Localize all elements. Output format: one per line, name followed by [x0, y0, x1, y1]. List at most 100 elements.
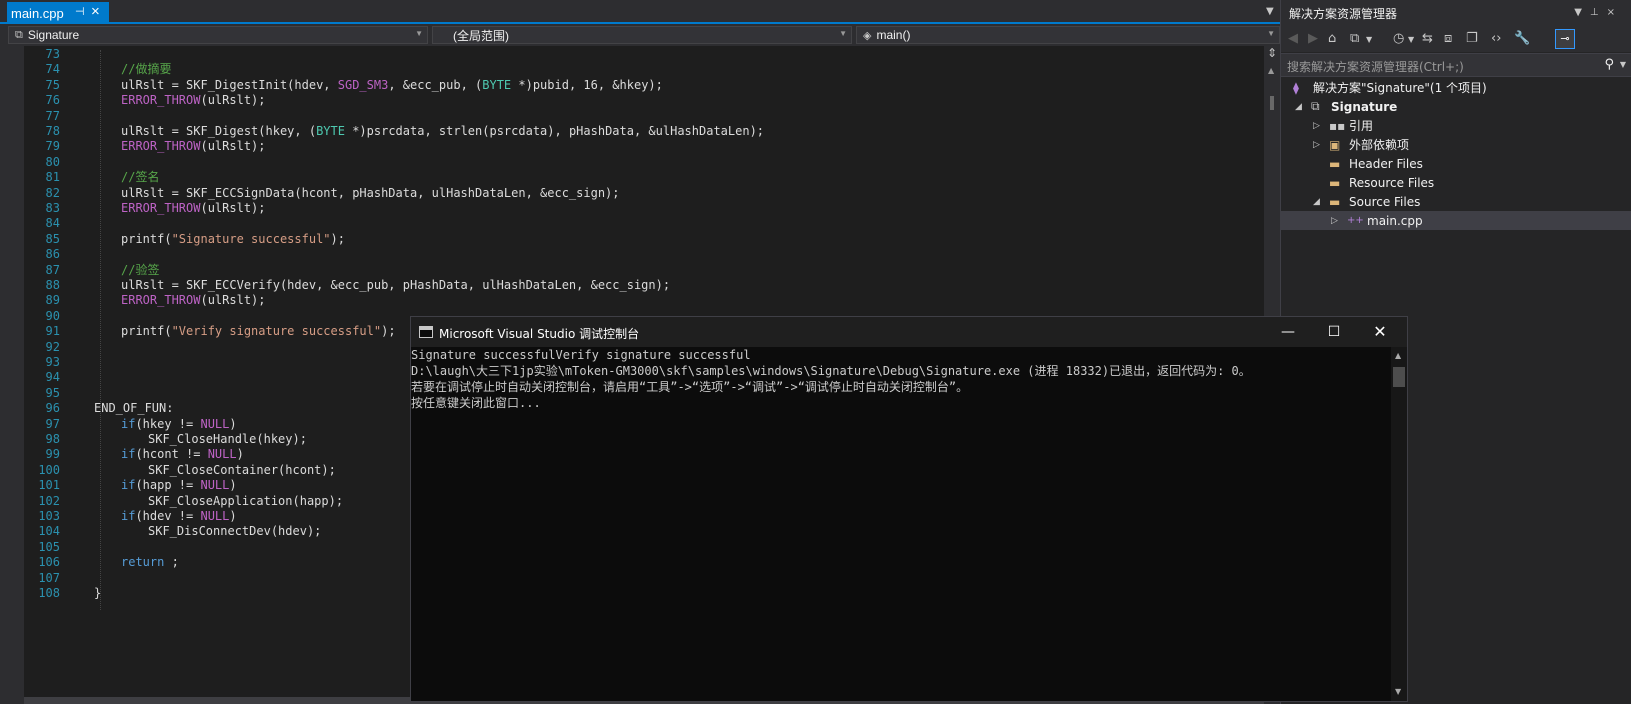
code-text: ERROR_THROW(ulRslt);: [121, 92, 266, 108]
editor-left-margin: [0, 46, 24, 697]
collapsed-arrow-icon[interactable]: ▷: [1331, 216, 1338, 226]
tree-item-label: 解决方案"Signature"(1 个项目): [1313, 81, 1487, 95]
code-token: BYTE: [316, 124, 345, 138]
tree-item-label: 引用: [1349, 119, 1374, 133]
tree-item-header-files[interactable]: ▬ Header Files: [1281, 154, 1631, 173]
line-number: 89: [45, 293, 60, 308]
scroll-down-icon[interactable]: ▼: [1395, 687, 1401, 696]
code-token: ): [236, 447, 244, 462]
pin-icon[interactable]: ⊣: [75, 5, 85, 18]
code-token: END_OF_FUN:: [94, 401, 174, 416]
project-icon: ⧉: [15, 28, 23, 41]
chevron-down-icon: ▼: [1267, 29, 1275, 38]
collapsed-arrow-icon[interactable]: ▷: [1313, 140, 1320, 150]
editor-scroll-thumb[interactable]: [1270, 96, 1274, 110]
indent-guide: [100, 50, 101, 610]
member-dropdown[interactable]: ◈ main() ▼: [856, 26, 1280, 44]
code-text: SKF_DisConnectDev(hdev);: [148, 523, 321, 539]
panel-window-controls[interactable]: ▼⊥×: [1574, 7, 1623, 18]
search-icon[interactable]: ⚲: [1604, 57, 1614, 72]
back-icon[interactable]: ◀: [1288, 31, 1298, 46]
code-token: //做摘要: [121, 62, 172, 77]
tab-overflow-dropdown-icon[interactable]: ▼: [1266, 6, 1274, 17]
expanded-arrow-icon[interactable]: ◢: [1313, 197, 1320, 207]
pin-icon[interactable]: ⊥: [1590, 7, 1607, 18]
code-token: ulRslt = SKF_ECCVerify(hdev, &ecc_pub, p…: [121, 278, 671, 292]
minimize-icon[interactable]: —: [1265, 322, 1311, 342]
maximize-icon[interactable]: ☐: [1311, 322, 1357, 342]
close-icon[interactable]: ×: [91, 3, 100, 20]
line-number: 97: [45, 416, 60, 431]
collapsed-arrow-icon[interactable]: ▷: [1313, 121, 1320, 131]
project-icon: ⧉: [1311, 99, 1320, 113]
chevron-down-icon[interactable]: ▼: [1366, 35, 1372, 44]
navigation-bar: ⧉ Signature ▼ (全局范围) ▼ ◈ main() ▼: [0, 25, 1280, 45]
tree-item-project[interactable]: ◢ ⧉ Signature: [1281, 97, 1631, 116]
folder-icon: ▬: [1329, 175, 1341, 190]
project-dropdown[interactable]: ⧉ Signature ▼: [8, 26, 428, 44]
search-input[interactable]: 搜索解决方案资源管理器(Ctrl+;): [1287, 58, 1464, 75]
scope-dropdown[interactable]: (全局范围) ▼: [432, 26, 852, 44]
preview-selected-items-icon[interactable]: ⊸: [1555, 29, 1575, 49]
line-number: 74: [45, 62, 60, 77]
view-code-icon[interactable]: ‹›: [1491, 31, 1501, 46]
close-icon[interactable]: ✕: [1357, 322, 1403, 342]
code-token: ): [229, 509, 237, 523]
line-number: 108: [38, 586, 60, 600]
line-number: 91: [45, 324, 60, 339]
code-token: SKF_CloseContainer(hcont);: [148, 462, 336, 477]
chevron-down-icon: ▼: [415, 29, 423, 38]
code-token: NULL: [200, 478, 230, 493]
tree-item-source-files[interactable]: ◢ ▬ Source Files: [1281, 192, 1631, 211]
code-token: (ulRslt);: [200, 139, 266, 154]
forward-icon[interactable]: ▶: [1308, 31, 1318, 46]
sync-icon[interactable]: ⇆: [1422, 31, 1433, 46]
close-icon[interactable]: ×: [1607, 7, 1623, 18]
scroll-up-icon[interactable]: ▲: [1395, 351, 1401, 360]
line-number: 85: [45, 231, 60, 246]
tab-main-cpp[interactable]: main.cpp ⊣ ×: [7, 2, 109, 24]
console-output[interactable]: Signature successfulVerify signature suc…: [411, 347, 1391, 701]
line-number: 101: [38, 478, 60, 493]
console-title-bar[interactable]: Microsoft Visual Studio 调试控制台 — ☐ ✕: [411, 317, 1407, 347]
line-number: 90: [45, 308, 60, 323]
console-scroll-thumb[interactable]: [1393, 367, 1405, 387]
code-token: if: [121, 416, 136, 431]
solution-search-box[interactable]: 搜索解决方案资源管理器(Ctrl+;) ⚲ ▼: [1281, 53, 1631, 77]
debug-console-window[interactable]: Microsoft Visual Studio 调试控制台 — ☐ ✕ Sign…: [410, 316, 1408, 702]
tree-item-solution[interactable]: ⧫ 解决方案"Signature"(1 个项目): [1281, 78, 1631, 97]
tree-item-external-deps[interactable]: ▷ ▣ 外部依赖项: [1281, 135, 1631, 154]
references-icon: ▪▪: [1329, 118, 1346, 133]
line-number: 104: [38, 524, 60, 539]
chevron-down-icon[interactable]: ▼: [1620, 60, 1626, 69]
dropdown-icon[interactable]: ▼: [1574, 7, 1590, 18]
code-text: if(hcont != NULL): [121, 446, 244, 462]
switch-views-icon[interactable]: ⧉: [1350, 31, 1359, 46]
code-token: NULL: [200, 509, 230, 523]
cpp-file-icon: ++: [1347, 215, 1364, 226]
code-text: ERROR_THROW(ulRslt);: [121, 200, 266, 216]
line-number: 87: [45, 262, 60, 277]
code-token: ;: [164, 555, 179, 570]
code-text: if(happ != NULL): [121, 477, 237, 493]
split-editor-icon[interactable]: ⇕: [1264, 46, 1280, 62]
code-text: ERROR_THROW(ulRslt);: [121, 292, 266, 308]
show-all-files-icon[interactable]: ❐: [1466, 31, 1478, 46]
code-token: NULL: [207, 447, 237, 462]
tree-item-main-cpp[interactable]: ▷ ++ main.cpp: [1281, 211, 1631, 230]
tree-item-resource-files[interactable]: ▬ Resource Files: [1281, 173, 1631, 192]
tree-item-references[interactable]: ▷ ▪▪ 引用: [1281, 116, 1631, 135]
line-number: 82: [45, 185, 60, 200]
scroll-up-icon[interactable]: ▲: [1268, 66, 1274, 75]
expanded-arrow-icon[interactable]: ◢: [1295, 102, 1302, 112]
properties-icon[interactable]: 🔧: [1514, 31, 1530, 46]
home-icon[interactable]: ⌂: [1328, 31, 1336, 46]
collapse-all-icon[interactable]: ⧈: [1444, 31, 1452, 46]
chevron-down-icon[interactable]: ▼: [1408, 35, 1414, 44]
method-icon: ◈: [863, 29, 872, 42]
tree-item-label: main.cpp: [1367, 213, 1423, 228]
code-text: printf("Signature successful");: [121, 231, 345, 247]
code-token: ulRslt = SKF_DigestInit(hdev,: [121, 77, 338, 92]
console-vertical-scrollbar[interactable]: [1391, 347, 1407, 701]
pending-changes-icon[interactable]: ◷: [1393, 31, 1404, 46]
